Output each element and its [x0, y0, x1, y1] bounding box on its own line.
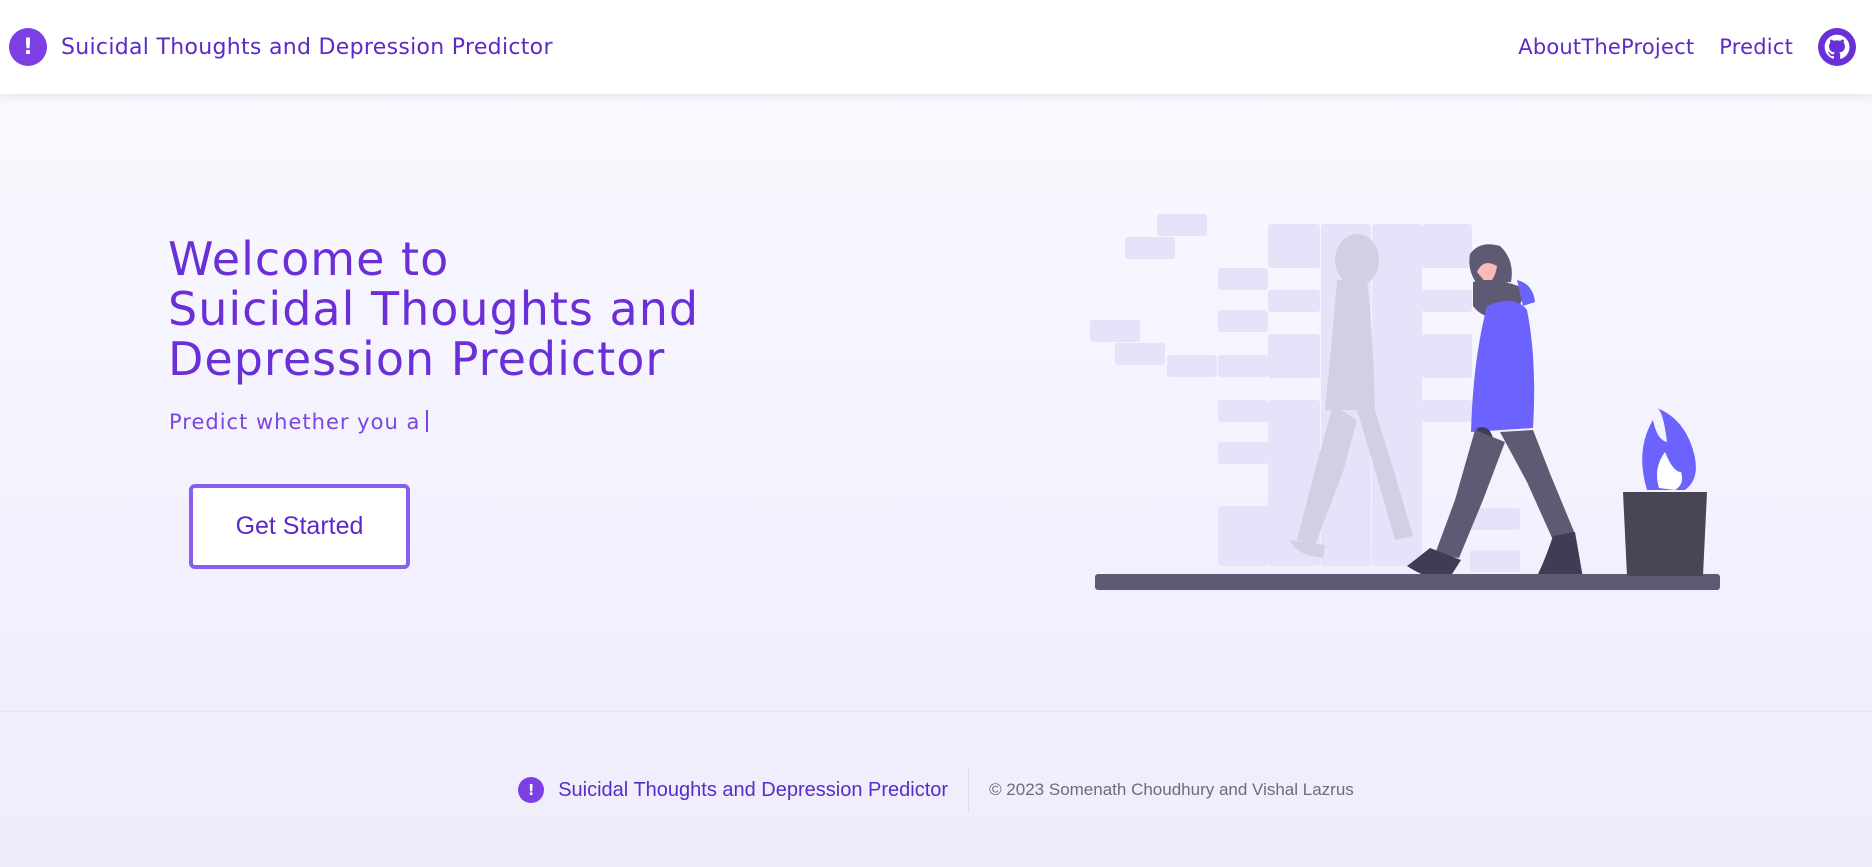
typed-text: Predict whether you a: [169, 410, 421, 434]
hero-title-line2: Suicidal Thoughts and: [168, 282, 700, 336]
floor: [1095, 574, 1720, 590]
brand[interactable]: ! Suicidal Thoughts and Depression Predi…: [9, 28, 553, 66]
brand-title[interactable]: Suicidal Thoughts and Depression Predict…: [61, 35, 553, 60]
hero-title: Welcome to Suicidal Thoughts and Depress…: [168, 234, 788, 384]
exclamation-icon: !: [518, 777, 545, 803]
hero-title-line1: Welcome to: [168, 232, 450, 286]
footer-divider: [0, 711, 1872, 712]
navbar: ! Suicidal Thoughts and Depression Predi…: [0, 0, 1872, 94]
hero-title-line3: Depression Predictor: [168, 332, 666, 386]
footer-brand[interactable]: ! Suicidal Thoughts and Depression Predi…: [518, 767, 970, 813]
walking-person-illustration: [1090, 214, 1720, 590]
typing-caret: [426, 410, 429, 432]
get-started-button[interactable]: Get Started: [189, 484, 410, 569]
nav-link-about[interactable]: AboutTheProject: [1518, 35, 1694, 59]
fire-bin: [1623, 408, 1707, 576]
typed-subtitle: Predict whether you a: [169, 410, 429, 434]
footer-copyright: © 2023 Somenath Choudhury and Vishal Laz…: [989, 780, 1354, 799]
footer: ! Suicidal Thoughts and Depression Predi…: [0, 760, 1872, 820]
exclamation-icon: !: [9, 28, 47, 66]
footer-title[interactable]: Suicidal Thoughts and Depression Predict…: [558, 779, 948, 802]
nav-link-predict[interactable]: Predict: [1719, 35, 1793, 59]
github-icon[interactable]: [1818, 28, 1856, 66]
nav-links: AboutTheProject Predict: [1518, 0, 1856, 94]
